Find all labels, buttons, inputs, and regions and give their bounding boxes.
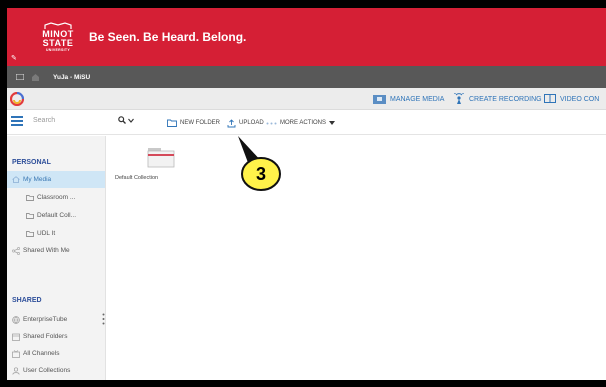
- search-input[interactable]: Search: [33, 117, 55, 124]
- video-conference-label: VIDEO CON: [560, 95, 600, 103]
- create-recording-button[interactable]: CREATE RECORDING: [453, 88, 542, 110]
- search-icon: [118, 116, 126, 124]
- sidebar-item-my-media[interactable]: My Media: [7, 171, 105, 188]
- share-icon: [12, 246, 20, 255]
- browser-tab-title[interactable]: YuJa - MiSU: [53, 74, 90, 81]
- university-banner: MINOT STATE UNIVERSITY Be Seen. Be Heard…: [7, 8, 606, 66]
- sidebar-item-user-collections[interactable]: User Collections: [7, 362, 105, 379]
- personal-heading: PERSONAL: [12, 159, 51, 166]
- shared-folder-icon: [12, 333, 20, 341]
- chevron-down-icon: [128, 118, 134, 123]
- screenshot-frame: MINOT STATE UNIVERSITY Be Seen. Be Heard…: [0, 0, 606, 387]
- collection-folder-icon: [147, 148, 175, 168]
- folder-icon: [26, 212, 34, 219]
- sidebar-item-label: Shared Folders: [23, 333, 68, 340]
- channels-icon: [12, 349, 20, 358]
- shared-heading: SHARED: [12, 297, 42, 304]
- upload-icon: [227, 118, 236, 127]
- new-folder-button[interactable]: NEW FOLDER: [167, 111, 220, 135]
- video-conference-icon: [544, 94, 556, 103]
- folder-icon: [26, 194, 34, 201]
- manage-media-label: MANAGE MEDIA: [390, 95, 445, 103]
- new-folder-icon: [167, 119, 177, 127]
- university-logo[interactable]: MINOT STATE UNIVERSITY: [36, 16, 80, 58]
- pencil-icon[interactable]: ✎: [11, 54, 17, 62]
- search-button[interactable]: [118, 116, 134, 124]
- collection-label: Default Collection: [115, 175, 159, 181]
- media-folder-icon: [373, 95, 386, 104]
- home-icon[interactable]: [30, 72, 40, 82]
- sidebar-item-shared-with-me[interactable]: Shared With Me: [7, 242, 105, 259]
- sidebar: PERSONAL My Media Classroom ... Default …: [7, 136, 106, 380]
- globe-icon: [12, 315, 20, 324]
- kebab-menu-icon[interactable]: [102, 313, 105, 325]
- browser-tab-bar: YuJa - MiSU: [7, 66, 606, 88]
- sidebar-item-label: User Collections: [23, 367, 71, 374]
- action-bar: Search NEW FOLDER UPLOAD MORE ACTIONS: [7, 111, 606, 135]
- sidebar-item-label: UDL It: [37, 230, 56, 237]
- sidebar-item-default-collection[interactable]: Default Coll...: [7, 207, 105, 224]
- broadcast-icon: [454, 93, 464, 104]
- sidebar-item-classroom[interactable]: Classroom ...: [7, 189, 105, 206]
- create-recording-label: CREATE RECORDING: [469, 95, 542, 103]
- logo-line-3: UNIVERSITY: [45, 47, 70, 52]
- banner-tagline: Be Seen. Be Heard. Belong.: [89, 30, 247, 44]
- folder-icon: [26, 230, 34, 237]
- app-toolbar: MANAGE MEDIA CREATE RECORDING VIDEO CON: [7, 88, 606, 110]
- media-content-area: Default Collection: [106, 136, 606, 380]
- upload-button[interactable]: UPLOAD: [227, 111, 264, 135]
- more-actions-label: MORE ACTIONS: [280, 120, 327, 126]
- logo-line-2: STATE: [42, 37, 74, 48]
- sidebar-item-shared-folders[interactable]: Shared Folders: [7, 328, 105, 345]
- sidebar-item-label: My Media: [23, 176, 52, 183]
- window-control-icon[interactable]: [15, 72, 25, 82]
- sidebar-item-label: All Channels: [23, 350, 60, 357]
- sidebar-item-udl-it[interactable]: UDL It: [7, 225, 105, 242]
- new-folder-label: NEW FOLDER: [180, 120, 221, 126]
- sidebar-item-label: EnterpriseTube: [23, 316, 68, 323]
- sidebar-item-label: Classroom ...: [37, 194, 76, 201]
- home-icon: [12, 176, 20, 183]
- sidebar-item-label: Shared With Me: [23, 247, 70, 254]
- upload-label: UPLOAD: [239, 120, 264, 126]
- hamburger-menu-icon[interactable]: [11, 116, 23, 126]
- video-conference-button[interactable]: VIDEO CON: [544, 88, 599, 110]
- sidebar-item-enterprisetube[interactable]: EnterpriseTube: [7, 311, 105, 328]
- collection-tile[interactable]: Default Collection: [115, 146, 185, 181]
- user-icon: [12, 366, 20, 375]
- manage-media-button[interactable]: MANAGE MEDIA: [373, 88, 444, 110]
- caret-down-icon: [329, 121, 336, 125]
- yuja-logo-icon[interactable]: [10, 92, 24, 106]
- more-dots-icon: [266, 122, 277, 124]
- sidebar-item-label: Default Coll...: [37, 212, 77, 219]
- more-actions-button[interactable]: MORE ACTIONS: [266, 111, 338, 135]
- callout-number: 3: [255, 163, 266, 184]
- sidebar-item-all-channels[interactable]: All Channels: [7, 345, 105, 362]
